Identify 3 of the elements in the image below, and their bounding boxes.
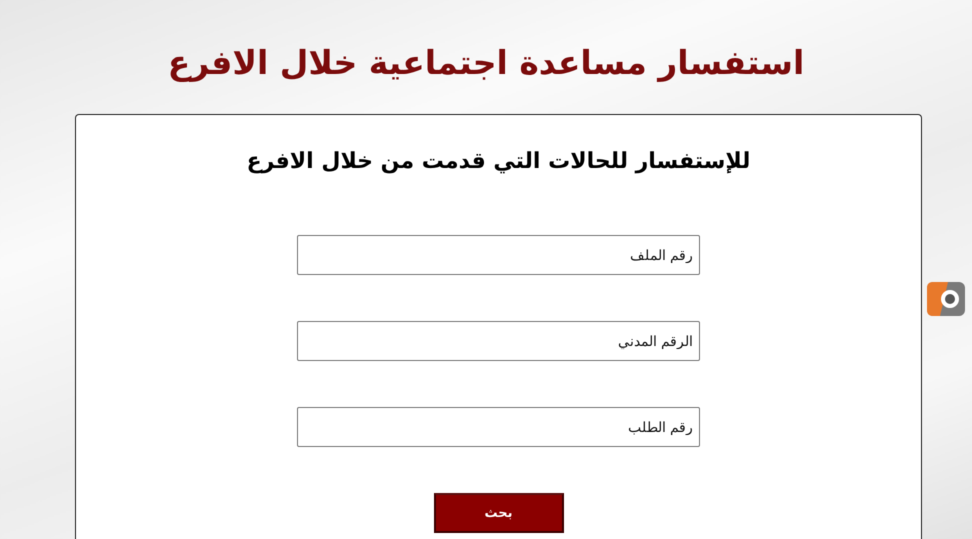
form-heading: للإستفسار للحالات التي قدمت من خلال الافرع [246,149,750,176]
page-title: استفسار مساعدة اجتماعية خلال الافرع [168,42,804,84]
search-button[interactable]: بحث [434,493,564,533]
